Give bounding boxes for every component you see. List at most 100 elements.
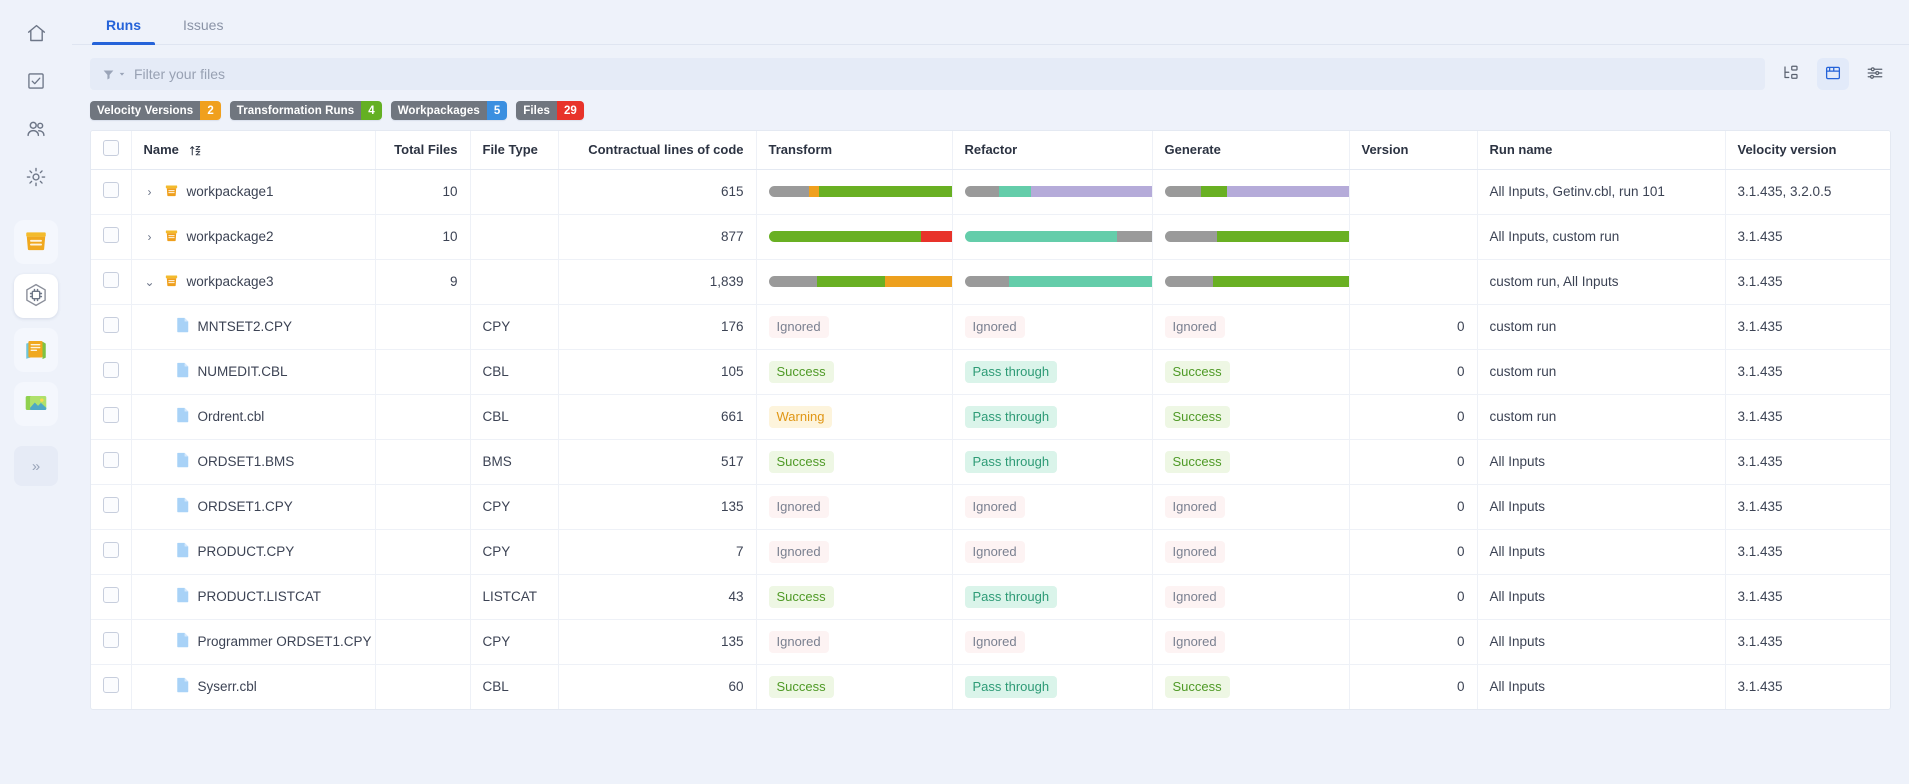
table-row[interactable]: PRODUCT.CPY CPY 7 Ignored Ignored Ignored 0 All… [91,529,1890,575]
cell-run-name: All Inputs, custom run [1477,214,1726,260]
row-checkbox[interactable] [103,587,119,603]
col-transform[interactable]: Transform [756,131,953,170]
chip-files[interactable]: Files 29 [516,101,584,120]
cell-refactor: Pass through [952,349,1153,395]
home-icon[interactable] [14,12,58,54]
row-checkbox[interactable] [103,317,119,333]
cell-total-files: 10 [375,169,471,215]
workpackage-icon [164,228,179,246]
table-row[interactable]: Programmer ORDSET1.CPY CPY 135 Ignored Ignor… [91,619,1890,665]
cell-cloc: 1,839 [558,259,757,305]
cell-transform: Ignored [756,484,953,530]
row-checkbox[interactable] [103,497,119,513]
cell-cloc: 877 [558,214,757,260]
expand-sidebar-button[interactable]: » [14,446,58,486]
row-checkbox[interactable] [103,677,119,694]
chip-transformation-runs[interactable]: Transformation Runs 4 [229,101,382,120]
progress-segment [818,186,951,197]
cell-velocity-version: 3.1.435 [1725,484,1890,530]
row-select-cell [91,169,132,215]
cell-name: Ordrent.cbl [131,394,376,440]
gear-icon[interactable] [14,156,58,198]
table-row[interactable]: Ordrent.cbl CBL 661 Warning Pass through Succ… [91,394,1890,440]
cell-cloc: 517 [558,439,757,485]
select-all-checkbox[interactable] [103,140,119,157]
cell-version: 0 [1349,394,1478,440]
row-checkbox[interactable] [103,542,119,558]
table-row[interactable]: › workpackage2 10 877 All Inputs, custom run… [91,214,1890,260]
cell-velocity-version: 3.1.435 [1725,214,1890,260]
cell-total-files [375,619,471,665]
chip-velocity-versions[interactable]: Velocity Versions 2 [90,101,221,120]
col-generate[interactable]: Generate [1152,131,1350,170]
cell-name: ⌄ workpackage3 [131,259,376,305]
sidebar-app-notebook[interactable] [14,328,58,372]
runs-table-container: Name Total Files File Type Contractual l… [90,130,1891,710]
col-total-files[interactable]: Total Files [375,131,471,170]
col-file-type[interactable]: File Type [470,131,559,170]
cell-generate: Ignored [1152,619,1350,665]
progress-segment [1226,186,1348,197]
cell-velocity-version: 3.1.435 [1725,529,1890,575]
table-row[interactable]: NUMEDIT.CBL CBL 105 Success Pass through Succ… [91,349,1890,395]
refactor-pill: Ignored [964,315,1025,338]
row-checkbox[interactable] [103,182,119,198]
row-checkbox[interactable] [103,452,119,468]
cell-velocity-version: 3.1.435 [1737,679,1783,695]
row-checkbox[interactable] [103,632,119,648]
row-expand-toggle[interactable]: › [144,185,156,199]
col-run-name[interactable]: Run name [1477,131,1726,170]
filter-bar[interactable] [90,58,1765,90]
users-icon[interactable] [14,108,58,150]
sidebar-app-transform[interactable] [14,274,58,318]
row-expand-toggle[interactable]: › [144,230,156,244]
col-cloc[interactable]: Contractual lines of code [558,131,757,170]
row-checkbox[interactable] [103,272,119,288]
table-header-row: Name Total Files File Type Contractual l… [91,131,1890,170]
cell-run-name: custom run, All Inputs [1477,259,1726,305]
tree-view-button[interactable] [1775,58,1807,90]
col-refactor[interactable]: Refactor [952,131,1153,170]
table-row[interactable]: ORDSET1.BMS BMS 517 Success Pass through Succ… [91,439,1890,485]
table-view-button[interactable] [1817,58,1849,90]
progress-segment [816,276,885,287]
sidebar-app-file-tray[interactable] [14,220,58,264]
column-settings-button[interactable] [1859,58,1891,90]
cell-refactor [952,214,1153,260]
table-row[interactable]: MNTSET2.CPY CPY 176 Ignored Ignored Ignored 0 c… [91,304,1890,350]
sidebar-app-gallery[interactable] [14,382,58,426]
col-velocity-version[interactable]: Velocity version [1725,131,1890,170]
cell-name: NUMEDIT.CBL [131,349,376,395]
row-checkbox[interactable] [103,227,119,243]
generate-progress-bar [1164,231,1348,242]
filter-input[interactable] [134,66,1753,82]
filter-icon[interactable] [102,68,126,81]
row-checkbox[interactable] [103,407,119,423]
cell-run-name: custom run [1477,304,1726,350]
tasks-icon[interactable] [14,60,58,102]
row-name-label: workpackage3 [186,274,274,289]
generate-pill: Ignored [1164,630,1225,653]
col-name[interactable]: Name [131,131,376,170]
progress-segment [1200,186,1227,197]
toolbar [72,45,1909,90]
sort-az-icon[interactable] [189,144,202,157]
col-version[interactable]: Version [1349,131,1478,170]
cell-cloc: 135 [558,484,757,530]
progress-segment [808,186,819,197]
table-row[interactable]: ⌄ workpackage3 9 1,839 custom run, All Input… [91,259,1890,305]
cell-version: 0 [1349,574,1478,620]
file-icon [176,407,190,426]
row-checkbox[interactable] [103,362,119,378]
col-refactor-label: Refactor [964,142,1018,158]
table-row[interactable]: PRODUCT.LISTCAT LISTCAT 43 Success Pass thro… [91,574,1890,620]
table-row[interactable]: › workpackage1 10 615 All Inputs, Getinv.cbl… [91,169,1890,215]
chip-workpackages[interactable]: Workpackages 5 [390,101,508,120]
table-row[interactable]: Syserr.cbl CBL 60 Success Pass through Succes… [91,664,1890,709]
tab-issues[interactable]: Issues [169,17,237,44]
select-all-header [91,131,132,170]
row-expand-toggle[interactable]: ⌄ [144,275,156,289]
table-row[interactable]: ORDSET1.CPY CPY 135 Ignored Ignored Ignored 0 A… [91,484,1890,530]
tab-runs[interactable]: Runs [92,17,155,45]
cell-transform: Ignored [756,529,953,575]
